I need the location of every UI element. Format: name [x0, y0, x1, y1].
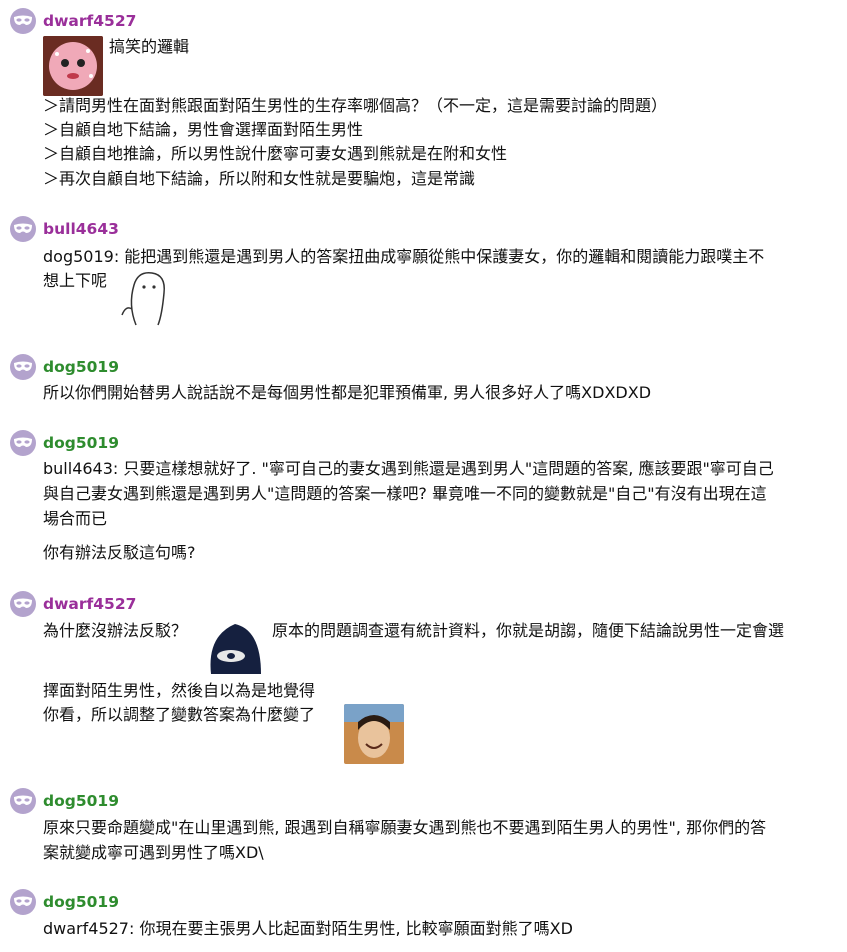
comment-text: 案就變成寧可遇到男性了嗎XD\ [43, 843, 264, 862]
avatar[interactable] [10, 889, 36, 915]
comment-text: 原來只要命題變成"在山里遇到熊, 跟遇到自稱寧願妻女遇到熊也不要遇到陌生男人的男… [43, 818, 767, 837]
comment-text: ＞再次自顧自地下結論，所以附和女性就是要騙炮，這是常識 [43, 169, 476, 188]
comment-text: 你有辦法反駁這句嗎? [43, 543, 196, 562]
username[interactable]: dwarf4527 [43, 12, 136, 30]
avatar[interactable] [10, 430, 36, 456]
comment-text: ＞自顧自地推論，所以男性說什麼寧可妻女遇到熊就是在附和女性 [43, 144, 508, 163]
avatar[interactable] [10, 8, 36, 34]
comment-text: 所以你們開始替男人說話說不是每個男性都是犯罪預備軍, 男人很多好人了嗎XDXDX… [43, 383, 652, 402]
avatar[interactable] [10, 354, 36, 380]
comment-text: 想上下呢 [43, 271, 108, 290]
mask-icon [14, 437, 32, 447]
mask-icon [14, 361, 32, 371]
comment-text: dwarf4527: 你現在要主張男人比起面對陌生男性, 比較寧願面對熊了嗎XD [43, 919, 573, 938]
mask-icon [14, 795, 32, 805]
username[interactable]: bull4643 [43, 220, 119, 238]
comment-text: ＞請問男性在面對熊跟面對陌生男性的生存率哪個高？（不一定，這是需要討論的問題） [43, 96, 668, 115]
avatar[interactable] [10, 591, 36, 617]
avatar[interactable] [10, 788, 36, 814]
mask-icon [14, 15, 32, 25]
comment-text: 你看，所以調整了變數答案為什麼變了 [43, 705, 316, 724]
comment-text: 與自己妻女遇到熊還是遇到男人"這問題的答案一樣吧? 畢竟唯一不同的變數就是"自己… [43, 484, 767, 503]
username[interactable]: dog5019 [43, 434, 119, 452]
comment-text: ＞自顧自地下結論，男性會選擇面對陌生男性 [43, 120, 364, 139]
comment-text: 原本的問題調查還有統計資料，你就是胡謅，隨便下結論說男性一定會選 [272, 621, 785, 640]
comment-text: bull4643: 只要這樣想就好了. "寧可自己的妻女遇到熊還是遇到男人"這問… [43, 459, 774, 478]
sticker-image [43, 36, 103, 96]
comment-text: 擇面對陌生男性，然後自以為是地覺得 [43, 681, 316, 700]
comment-text: 搞笑的邏輯 [109, 37, 190, 56]
mask-icon [14, 896, 32, 906]
username[interactable]: dog5019 [43, 792, 119, 810]
comment-text: 場合而已 [43, 509, 108, 528]
sticker-image [344, 704, 404, 764]
mask-icon [14, 223, 32, 233]
sticker-image [118, 265, 178, 330]
mask-icon [14, 598, 32, 608]
username[interactable]: dwarf4527 [43, 595, 136, 613]
comment-text: 為什麼沒辦法反駁？ [43, 621, 188, 640]
username[interactable]: dog5019 [43, 893, 119, 911]
username[interactable]: dog5019 [43, 358, 119, 376]
avatar[interactable] [10, 216, 36, 242]
sticker-image [205, 616, 265, 678]
